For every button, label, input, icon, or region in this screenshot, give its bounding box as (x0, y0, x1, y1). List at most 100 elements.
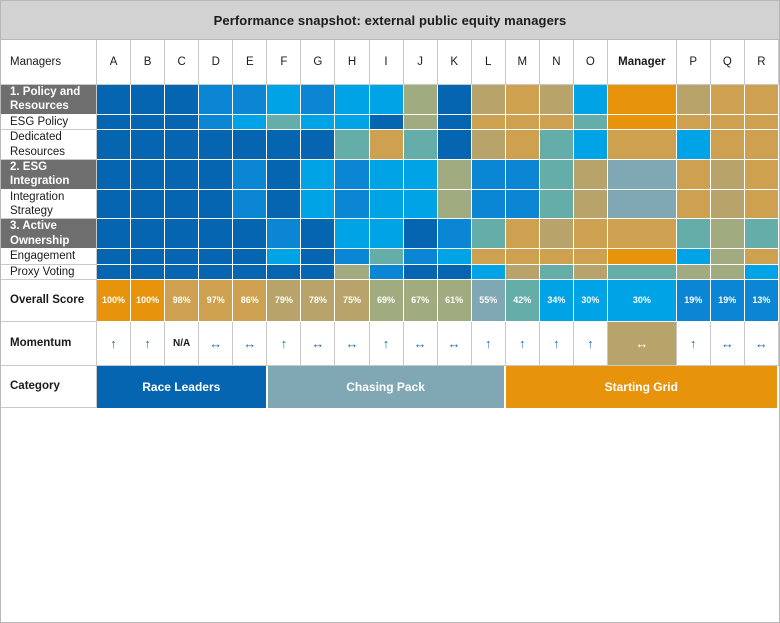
heatmap-cell[interactable] (676, 249, 711, 265)
heatmap-cell[interactable] (199, 249, 234, 265)
heatmap-cell[interactable] (505, 85, 540, 115)
heatmap-cell[interactable] (369, 264, 404, 280)
heatmap-cell[interactable] (369, 159, 404, 190)
heatmap-cell[interactable] (165, 189, 200, 220)
heatmap-cell[interactable] (267, 130, 302, 160)
heatmap-cell[interactable] (335, 159, 370, 190)
heatmap-cell[interactable] (539, 114, 574, 131)
heatmap-cell[interactable] (505, 189, 540, 220)
heatmap-cell[interactable] (744, 114, 779, 131)
column-header-e[interactable]: E (233, 40, 268, 85)
heatmap-cell[interactable] (710, 85, 745, 115)
heatmap-cell[interactable] (199, 264, 234, 280)
heatmap-cell[interactable] (744, 159, 779, 190)
heatmap-cell[interactable] (437, 159, 472, 190)
heatmap-cell[interactable] (539, 159, 574, 190)
heatmap-cell[interactable] (437, 114, 472, 131)
heatmap-cell[interactable] (301, 249, 336, 265)
heatmap-cell[interactable] (676, 130, 711, 160)
column-header-manager[interactable]: Manager (607, 40, 677, 85)
heatmap-cell[interactable] (607, 219, 677, 250)
column-header-o[interactable]: O (573, 40, 608, 85)
column-header-q[interactable]: Q (710, 40, 745, 85)
heatmap-cell[interactable] (710, 130, 745, 160)
heatmap-cell[interactable] (539, 264, 574, 280)
heatmap-cell[interactable] (539, 249, 574, 265)
heatmap-cell[interactable] (539, 219, 574, 250)
heatmap-cell[interactable] (573, 114, 608, 131)
heatmap-cell[interactable] (437, 130, 472, 160)
heatmap-cell[interactable] (573, 85, 608, 115)
heatmap-cell[interactable] (505, 219, 540, 250)
column-header-j[interactable]: J (403, 40, 438, 85)
heatmap-cell[interactable] (437, 85, 472, 115)
heatmap-cell[interactable] (131, 159, 166, 190)
heatmap-cell[interactable] (165, 85, 200, 115)
heatmap-cell[interactable] (505, 159, 540, 190)
column-header-b[interactable]: B (131, 40, 166, 85)
heatmap-cell[interactable] (301, 85, 336, 115)
heatmap-cell[interactable] (471, 130, 506, 160)
heatmap-cell[interactable] (471, 249, 506, 265)
heatmap-cell[interactable] (199, 114, 234, 131)
heatmap-cell[interactable] (403, 159, 438, 190)
heatmap-cell[interactable] (573, 219, 608, 250)
heatmap-cell[interactable] (267, 249, 302, 265)
heatmap-cell[interactable] (335, 130, 370, 160)
heatmap-cell[interactable] (97, 189, 132, 220)
heatmap-cell[interactable] (199, 189, 234, 220)
heatmap-cell[interactable] (301, 114, 336, 131)
heatmap-cell[interactable] (97, 159, 132, 190)
heatmap-cell[interactable] (710, 264, 745, 280)
heatmap-cell[interactable] (267, 264, 302, 280)
heatmap-cell[interactable] (131, 189, 166, 220)
column-header-h[interactable]: H (335, 40, 370, 85)
heatmap-cell[interactable] (369, 189, 404, 220)
heatmap-cell[interactable] (165, 159, 200, 190)
column-header-p[interactable]: P (676, 40, 711, 85)
heatmap-cell[interactable] (97, 130, 132, 160)
heatmap-cell[interactable] (573, 249, 608, 265)
heatmap-cell[interactable] (335, 189, 370, 220)
heatmap-cell[interactable] (710, 159, 745, 190)
column-header-l[interactable]: L (471, 40, 506, 85)
heatmap-cell[interactable] (369, 219, 404, 250)
heatmap-cell[interactable] (403, 189, 438, 220)
heatmap-cell[interactable] (676, 114, 711, 131)
heatmap-cell[interactable] (744, 189, 779, 220)
heatmap-cell[interactable] (335, 219, 370, 250)
heatmap-cell[interactable] (165, 219, 200, 250)
heatmap-cell[interactable] (607, 249, 677, 265)
column-header-g[interactable]: G (301, 40, 336, 85)
heatmap-cell[interactable] (165, 264, 200, 280)
heatmap-cell[interactable] (233, 130, 268, 160)
heatmap-cell[interactable] (505, 130, 540, 160)
heatmap-cell[interactable] (403, 114, 438, 131)
heatmap-cell[interactable] (199, 219, 234, 250)
heatmap-cell[interactable] (573, 130, 608, 160)
heatmap-cell[interactable] (539, 130, 574, 160)
heatmap-cell[interactable] (437, 264, 472, 280)
heatmap-cell[interactable] (131, 130, 166, 160)
heatmap-cell[interactable] (744, 219, 779, 250)
column-header-i[interactable]: I (369, 40, 404, 85)
heatmap-cell[interactable] (199, 85, 234, 115)
column-header-r[interactable]: R (744, 40, 779, 85)
heatmap-cell[interactable] (676, 264, 711, 280)
heatmap-cell[interactable] (403, 130, 438, 160)
heatmap-cell[interactable] (199, 130, 234, 160)
heatmap-cell[interactable] (267, 219, 302, 250)
heatmap-cell[interactable] (607, 85, 677, 115)
column-header-m[interactable]: M (505, 40, 540, 85)
heatmap-cell[interactable] (471, 85, 506, 115)
heatmap-cell[interactable] (233, 219, 268, 250)
heatmap-cell[interactable] (369, 114, 404, 131)
heatmap-cell[interactable] (267, 85, 302, 115)
heatmap-cell[interactable] (233, 249, 268, 265)
heatmap-cell[interactable] (131, 85, 166, 115)
heatmap-cell[interactable] (233, 264, 268, 280)
heatmap-cell[interactable] (301, 219, 336, 250)
heatmap-cell[interactable] (710, 249, 745, 265)
heatmap-cell[interactable] (267, 114, 302, 131)
heatmap-cell[interactable] (607, 114, 677, 131)
